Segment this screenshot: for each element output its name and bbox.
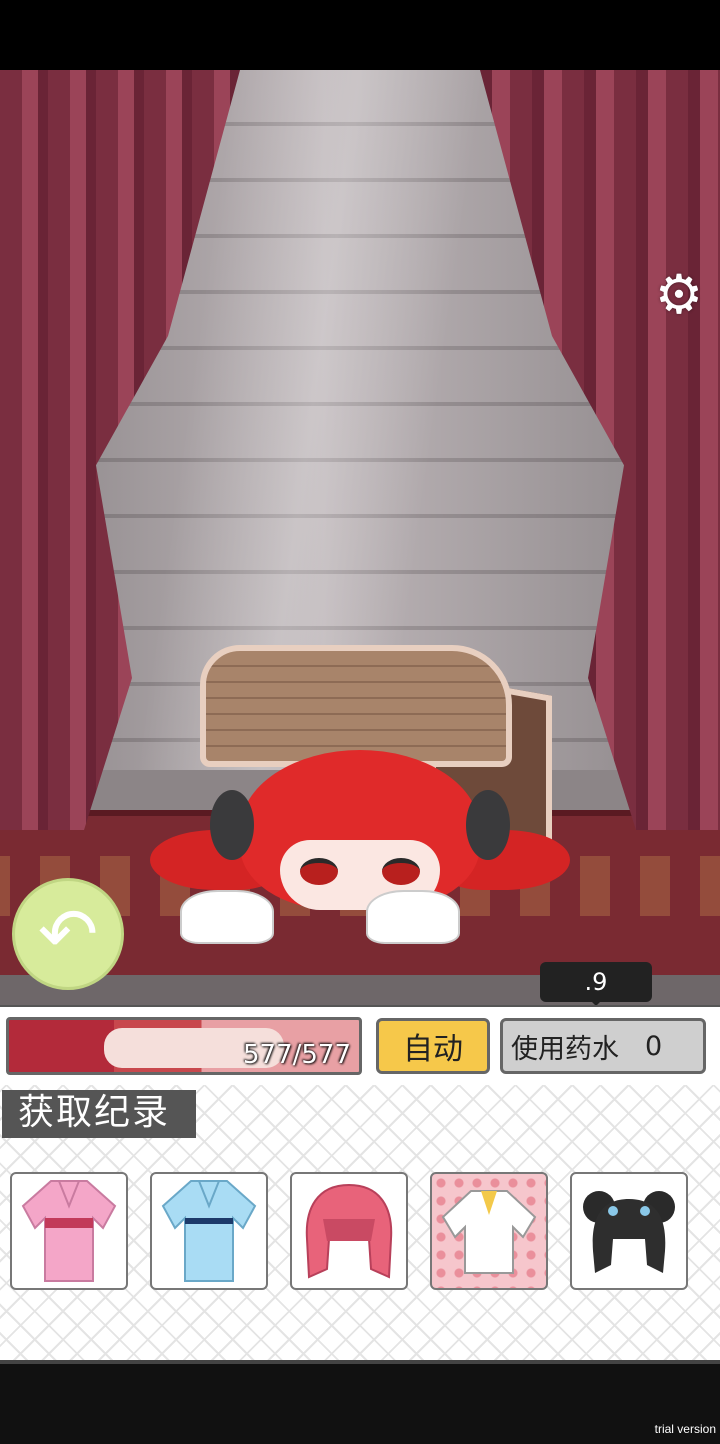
white-shirt-icon bbox=[441, 1190, 537, 1274]
right-sleeve bbox=[366, 890, 460, 944]
inventory-items bbox=[10, 1172, 688, 1290]
status-bar: 577/577 自动 使用药水 0 bbox=[0, 1005, 720, 1087]
black-horned-hair-icon bbox=[583, 1191, 675, 1273]
potion-count: 0 bbox=[645, 1030, 663, 1062]
left-sleeve bbox=[180, 890, 274, 944]
right-horn bbox=[466, 790, 510, 860]
auto-label: 自动 bbox=[403, 1032, 463, 1067]
left-eye bbox=[300, 858, 338, 885]
item-pink-hair[interactable] bbox=[290, 1172, 408, 1290]
pink-hair-icon bbox=[305, 1183, 393, 1279]
back-arrow-icon: ↶ bbox=[37, 892, 99, 976]
inventory-panel: 获取纪录 bbox=[0, 1085, 720, 1360]
tooltip: .9 bbox=[540, 962, 652, 1006]
gear-icon[interactable]: ⚙ bbox=[652, 268, 706, 322]
right-eye bbox=[382, 858, 420, 885]
item-pink-kimono[interactable] bbox=[10, 1172, 128, 1290]
blue-kimono-icon bbox=[161, 1180, 257, 1282]
auto-button[interactable]: 自动 bbox=[376, 1018, 490, 1074]
item-blue-kimono[interactable] bbox=[150, 1172, 268, 1290]
hp-text: 577/577 bbox=[242, 1040, 351, 1070]
left-horn bbox=[210, 790, 254, 860]
hp-bar: 577/577 bbox=[6, 1017, 362, 1075]
item-white-shirt[interactable] bbox=[430, 1172, 548, 1290]
game-scene[interactable] bbox=[0, 70, 720, 1005]
item-black-horned-hair[interactable] bbox=[570, 1172, 688, 1290]
back-button[interactable]: ↶ bbox=[12, 878, 124, 990]
inventory-title: 获取纪录 bbox=[2, 1090, 196, 1138]
character[interactable] bbox=[150, 750, 570, 944]
bottom-bar: trial version bbox=[0, 1360, 720, 1444]
chest-lid bbox=[200, 645, 512, 767]
use-potion-button[interactable]: 使用药水 0 bbox=[500, 1018, 706, 1074]
trial-watermark: trial version bbox=[654, 1422, 716, 1436]
potion-label: 使用药水 bbox=[511, 1033, 619, 1065]
tooltip-text: .9 bbox=[584, 968, 608, 996]
pink-kimono-icon bbox=[21, 1180, 117, 1282]
top-black-bar bbox=[0, 0, 720, 70]
